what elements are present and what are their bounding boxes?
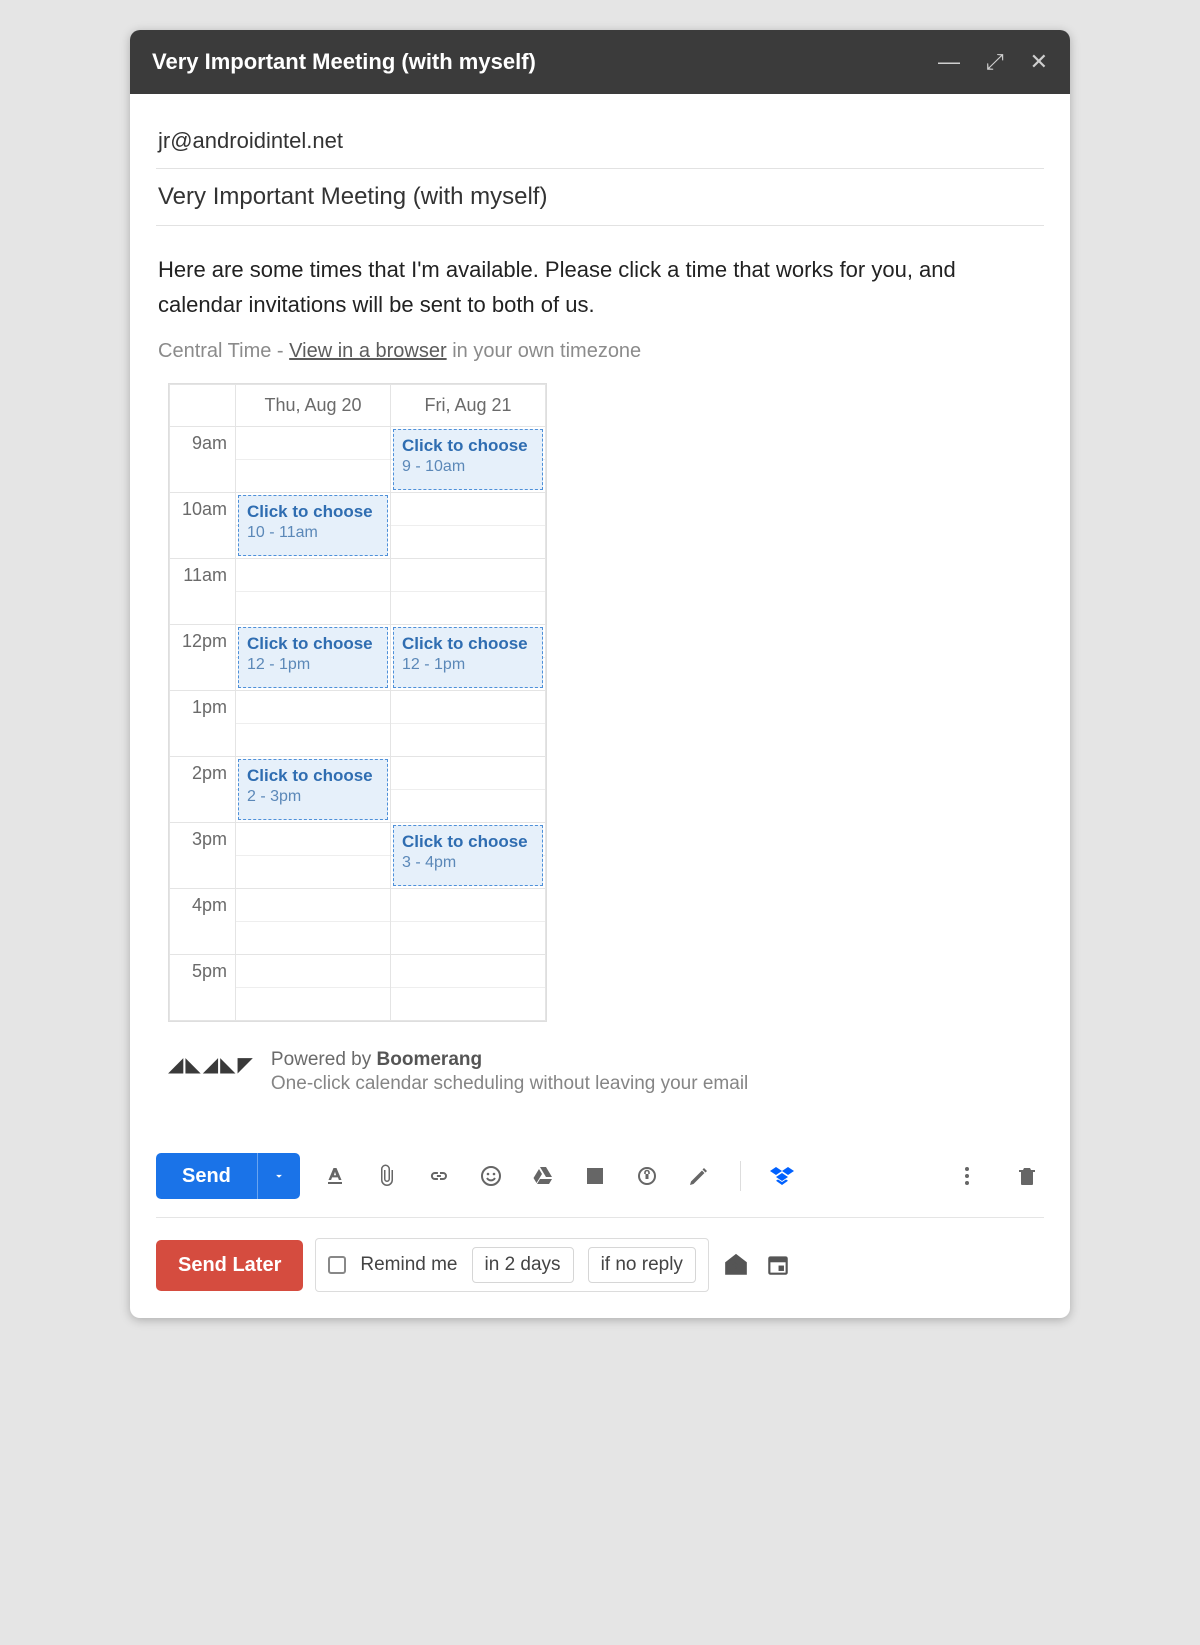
remind-label: Remind me <box>360 1254 457 1276</box>
close-icon[interactable]: ✕ <box>1030 51 1048 73</box>
remind-group: Remind me in 2 days if no reply <box>315 1238 709 1292</box>
timezone-prefix: Central Time - <box>158 340 289 362</box>
empty-cell <box>391 757 546 823</box>
empty-cell <box>391 559 546 625</box>
time-slot[interactable]: Click to choose2 - 3pm <box>238 759 388 820</box>
compose-window: Very Important Meeting (with myself) — ⤢… <box>130 30 1070 1318</box>
day-header: Thu, Aug 20 <box>236 385 391 427</box>
pen-icon[interactable] <box>682 1159 716 1193</box>
hour-label: 5pm <box>170 955 236 1021</box>
powered-line2: One-click calendar scheduling without le… <box>271 1073 748 1095</box>
emoji-icon[interactable] <box>474 1159 508 1193</box>
hour-label: 3pm <box>170 823 236 889</box>
drive-icon[interactable] <box>526 1159 560 1193</box>
hour-label: 11am <box>170 559 236 625</box>
empty-cell <box>236 559 391 625</box>
time-slot[interactable]: Click to choose9 - 10am <box>393 429 543 490</box>
view-in-browser-link[interactable]: View in a browser <box>289 340 446 362</box>
window-title: Very Important Meeting (with myself) <box>152 49 536 75</box>
empty-cell <box>236 691 391 757</box>
send-later-button[interactable]: Send Later <box>156 1240 303 1291</box>
insert-link-icon[interactable] <box>422 1159 456 1193</box>
help-icon[interactable]: ? <box>721 1250 751 1280</box>
time-slot[interactable]: Click to choose3 - 4pm <box>393 825 543 886</box>
empty-cell <box>391 889 546 955</box>
powered-by: ◢◣◢◣◤ Powered by Boomerang One-click cal… <box>156 1035 1044 1125</box>
calendar-icon[interactable] <box>763 1250 793 1280</box>
to-field[interactable]: jr@androidintel.net <box>156 114 1044 169</box>
send-button[interactable]: Send <box>156 1153 257 1199</box>
time-slot[interactable]: Click to choose12 - 1pm <box>238 627 388 688</box>
attach-file-icon[interactable] <box>370 1159 404 1193</box>
insert-image-icon[interactable] <box>578 1159 612 1193</box>
send-dropdown[interactable] <box>257 1153 300 1199</box>
hour-label: 9am <box>170 427 236 493</box>
time-slot[interactable]: Click to choose12 - 1pm <box>393 627 543 688</box>
empty-cell <box>391 691 546 757</box>
window-controls: — ⤢ ✕ <box>938 51 1048 73</box>
remind-checkbox[interactable] <box>328 1256 346 1274</box>
body-text[interactable]: Here are some times that I'm available. … <box>156 226 1044 340</box>
availability-calendar: Thu, Aug 20Fri, Aug 219amClick to choose… <box>168 383 547 1022</box>
day-header: Fri, Aug 21 <box>391 385 546 427</box>
empty-cell <box>391 955 546 1021</box>
window-titlebar: Very Important Meeting (with myself) — ⤢… <box>130 30 1070 94</box>
hour-label: 12pm <box>170 625 236 691</box>
toolbar-divider <box>740 1161 741 1191</box>
empty-cell <box>236 823 391 889</box>
dropbox-icon[interactable] <box>765 1159 799 1193</box>
empty-cell <box>236 889 391 955</box>
send-button-group: Send <box>156 1153 300 1199</box>
hour-label: 4pm <box>170 889 236 955</box>
format-text-icon[interactable] <box>318 1159 352 1193</box>
empty-cell <box>236 427 391 493</box>
powered-line1: Powered by Boomerang <box>271 1049 748 1071</box>
boomerang-bar: Send Later Remind me in 2 days if no rep… <box>130 1218 1070 1318</box>
hour-label: 1pm <box>170 691 236 757</box>
remind-condition-select[interactable]: if no reply <box>588 1247 696 1283</box>
timezone-line: Central Time - View in a browser in your… <box>156 340 1044 377</box>
time-slot[interactable]: Click to choose10 - 11am <box>238 495 388 556</box>
delete-icon[interactable] <box>1010 1159 1044 1193</box>
compose-toolbar: Send <box>130 1135 1070 1217</box>
timezone-suffix: in your own timezone <box>447 340 642 362</box>
empty-cell <box>236 955 391 1021</box>
more-options-icon[interactable] <box>950 1159 984 1193</box>
minimize-icon[interactable]: — <box>938 51 960 73</box>
subject-field[interactable]: Very Important Meeting (with myself) <box>156 169 1044 226</box>
confidential-mode-icon[interactable] <box>630 1159 664 1193</box>
boomerang-logo-icon: ◢◣◢◣◤ <box>168 1049 255 1077</box>
hour-label: 2pm <box>170 757 236 823</box>
remind-when-select[interactable]: in 2 days <box>472 1247 574 1283</box>
expand-icon[interactable]: ⤢ <box>986 51 1004 73</box>
empty-cell <box>391 493 546 559</box>
hour-label: 10am <box>170 493 236 559</box>
svg-text:?: ? <box>732 1260 739 1274</box>
